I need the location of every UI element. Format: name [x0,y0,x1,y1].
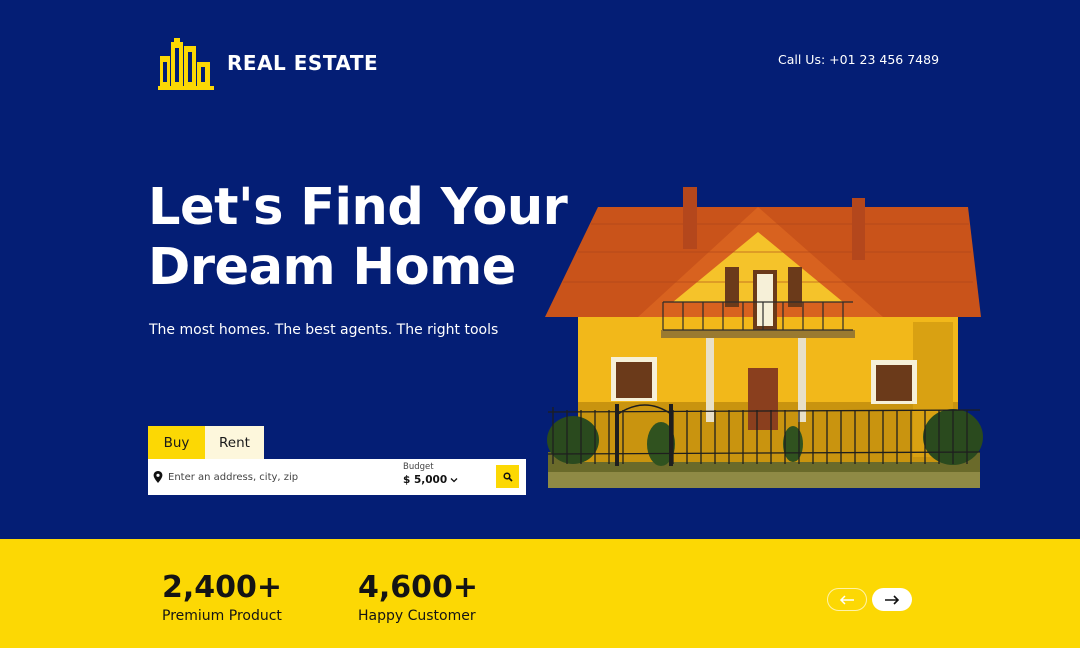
map-pin-icon [153,471,163,483]
hero-section: REAL ESTATE Call Us: +01 23 456 7489 Let… [0,0,1080,539]
stat-label: Premium Product [162,608,282,624]
buildings-icon [158,38,214,90]
brand-name: REAL ESTATE [227,51,379,75]
stats-section: 2,400+ Premium Product 4,600+ Happy Cust… [0,539,1080,648]
budget-field: Budget $ 5,000 [403,462,458,486]
carousel-prev-button[interactable] [827,588,867,611]
arrow-right-icon [885,594,900,605]
search-button[interactable] [496,465,519,488]
tab-rent[interactable]: Rent [205,426,264,459]
hero-tagline: The most homes. The best agents. The rig… [149,322,499,338]
stat-label: Happy Customer [358,608,476,624]
stat-happy-customer: 4,600+ Happy Customer [358,570,478,624]
tab-buy[interactable]: Buy [148,426,205,459]
budget-label: Budget [403,462,434,472]
arrow-left-icon [839,594,854,605]
stat-value: 2,400+ [162,570,283,605]
stat-premium-product: 2,400+ Premium Product [162,570,282,624]
search-icon [502,471,513,482]
budget-value: $ 5,000 [403,474,448,486]
stat-value: 4,600+ [358,570,479,605]
hero-headline: Let's Find Your Dream Home [148,178,568,298]
property-search-bar: Budget $ 5,000 [148,459,526,495]
chevron-down-icon [450,478,458,483]
search-tabs: Buy Rent [148,426,264,459]
yellow-house-photo [545,187,983,488]
carousel-next-button[interactable] [872,588,912,611]
headline-line-1: Let's Find Your [148,178,568,237]
address-search-input[interactable] [168,467,388,487]
budget-select[interactable]: $ 5,000 [403,474,458,486]
call-us-text[interactable]: Call Us: +01 23 456 7489 [778,52,939,67]
headline-line-2: Dream Home [148,238,516,297]
brand-logo[interactable]: REAL ESTATE [157,34,378,92]
